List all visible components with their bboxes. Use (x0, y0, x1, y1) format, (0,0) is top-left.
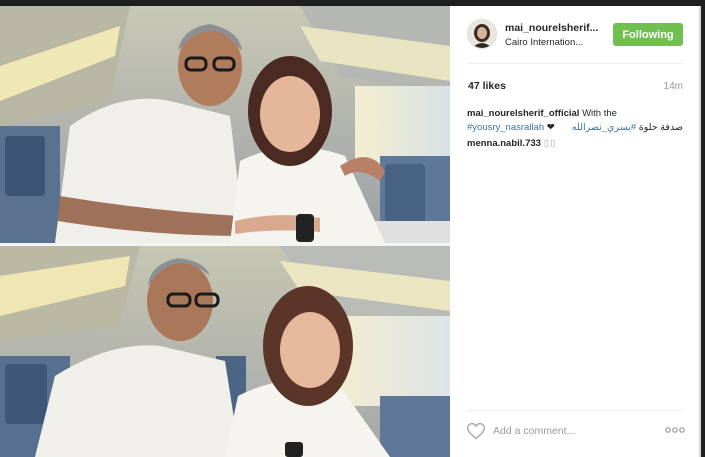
caption-username[interactable]: mai_nourelsherif_official (467, 108, 579, 119)
caption-arabic-text: صدفة حلوة (638, 122, 683, 133)
comment-username[interactable]: menna.nabil.733 (467, 138, 541, 149)
caption-arabic-hashtag[interactable]: #يسري_نصرالله (572, 122, 636, 133)
comment-emoji: ▯▯ (543, 138, 557, 149)
add-comment-input[interactable] (493, 423, 643, 439)
photo-panel-top (0, 6, 450, 243)
following-button[interactable]: Following (613, 23, 683, 46)
comment-item: menna.nabil.733 ▯▯ (467, 138, 683, 149)
more-options-icon[interactable] (664, 423, 686, 437)
likes-count[interactable]: 47 likes (468, 80, 506, 92)
profile-avatar[interactable] (467, 19, 497, 49)
caption-heart: ❤ (546, 122, 555, 133)
photo-panel-bottom (0, 246, 450, 457)
caption-arabic: صدفة حلوة #يسري_نصرالله (572, 121, 683, 135)
post-username[interactable]: mai_nourelsherif... (505, 22, 625, 34)
header-divider (467, 63, 683, 64)
caption-text: With the (579, 108, 617, 119)
instagram-post-window: mai_nourelsherif... Cairo Internation...… (0, 6, 701, 457)
post-sidebar: mai_nourelsherif... Cairo Internation...… (450, 6, 699, 457)
caption-hashtag[interactable]: #yousry_nasrallah (467, 122, 544, 133)
post-photo[interactable] (0, 6, 450, 457)
heart-outline-icon[interactable] (466, 422, 486, 440)
post-caption: mai_nourelsherif_official With the #yous… (467, 107, 683, 135)
post-location[interactable]: Cairo Internation... (505, 37, 625, 48)
footer-divider (467, 410, 683, 411)
post-time[interactable]: 14m (664, 81, 683, 92)
